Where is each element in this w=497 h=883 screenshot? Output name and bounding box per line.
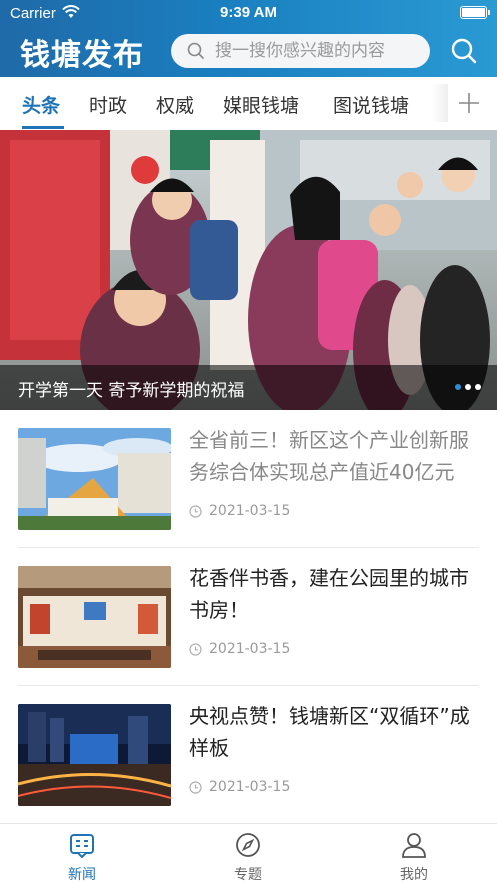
category-tabs: 头条 时政 权威 媒眼钱塘 图说钱塘 (0, 77, 497, 130)
battery-icon (460, 6, 490, 19)
tab-photo-qiantang[interactable]: 图说钱塘 (333, 91, 409, 118)
search-icon (187, 42, 205, 60)
news-icon (70, 834, 94, 858)
user-icon (402, 833, 426, 858)
news-date-text: 2021-03-15 (209, 641, 291, 657)
carousel-indicator (455, 384, 481, 390)
news-date: 2021-03-15 (189, 503, 290, 519)
tabbar-news[interactable]: 新闻 (32, 824, 132, 883)
news-thumbnail (18, 704, 171, 806)
carousel-dot[interactable] (455, 384, 461, 390)
active-tab-indicator (22, 126, 64, 129)
search-button-icon[interactable] (450, 37, 478, 65)
clock-icon (189, 780, 202, 794)
news-title: 央视点赞！钱塘新区“双循环”成样板 (189, 704, 470, 760)
news-title: 花香伴书香，建在公园里的城市书房！ (189, 566, 469, 622)
carousel-dot[interactable] (475, 384, 481, 390)
status-bar: Carrier 9:39 AM (0, 0, 497, 26)
tab-authority[interactable]: 权威 (156, 91, 194, 118)
news-date: 2021-03-15 (189, 641, 290, 657)
tab-politics[interactable]: 时政 (89, 91, 127, 118)
news-thumbnail (18, 428, 171, 530)
clock-time: 9:39 AM (220, 4, 277, 21)
news-date: 2021-03-15 (189, 779, 290, 795)
hero-caption: 开学第一天 寄予新学期的祝福 (18, 381, 245, 401)
tab-media-qiantang[interactable]: 媒眼钱塘 (223, 91, 299, 118)
news-date-text: 2021-03-15 (209, 779, 291, 795)
add-channel-icon[interactable] (456, 90, 482, 116)
search-bar[interactable] (171, 34, 430, 68)
tabbar-mine[interactable]: 我的 (364, 824, 464, 883)
tabbar-label: 我的 (400, 867, 428, 883)
news-list-item[interactable]: 央视点赞！钱塘新区“双循环”成样板 2021-03-15 (18, 686, 479, 824)
news-list-item[interactable]: 全省前三！新区这个产业创新服务综合体实现总产值近40亿元 2021-03-15 (18, 410, 479, 548)
compass-icon (236, 833, 260, 857)
search-input[interactable] (215, 34, 420, 68)
tab-scroll-fade (432, 84, 448, 122)
tabbar-topics[interactable]: 专题 (198, 824, 298, 883)
app-header: Carrier 9:39 AM 钱塘发布 (0, 0, 497, 77)
hero-caption-bar: 开学第一天 寄予新学期的祝福 (0, 365, 497, 410)
tab-headlines[interactable]: 头条 (22, 91, 60, 118)
news-list-item[interactable]: 花香伴书香，建在公园里的城市书房！ 2021-03-15 (18, 548, 479, 686)
news-date-text: 2021-03-15 (209, 503, 291, 519)
news-title: 全省前三！新区这个产业创新服务综合体实现总产值近40亿元 (189, 428, 469, 484)
tabbar-label: 新闻 (68, 867, 96, 883)
carousel-dot[interactable] (465, 384, 471, 390)
news-thumbnail (18, 566, 171, 668)
hero-carousel[interactable]: 开学第一天 寄予新学期的祝福 (0, 130, 497, 410)
clock-icon (189, 642, 202, 656)
app-logo-title: 钱塘发布 (20, 38, 144, 73)
tabbar-label: 专题 (234, 867, 262, 883)
clock-icon (189, 504, 202, 518)
bottom-tab-bar: 新闻 专题 我的 (0, 823, 497, 883)
